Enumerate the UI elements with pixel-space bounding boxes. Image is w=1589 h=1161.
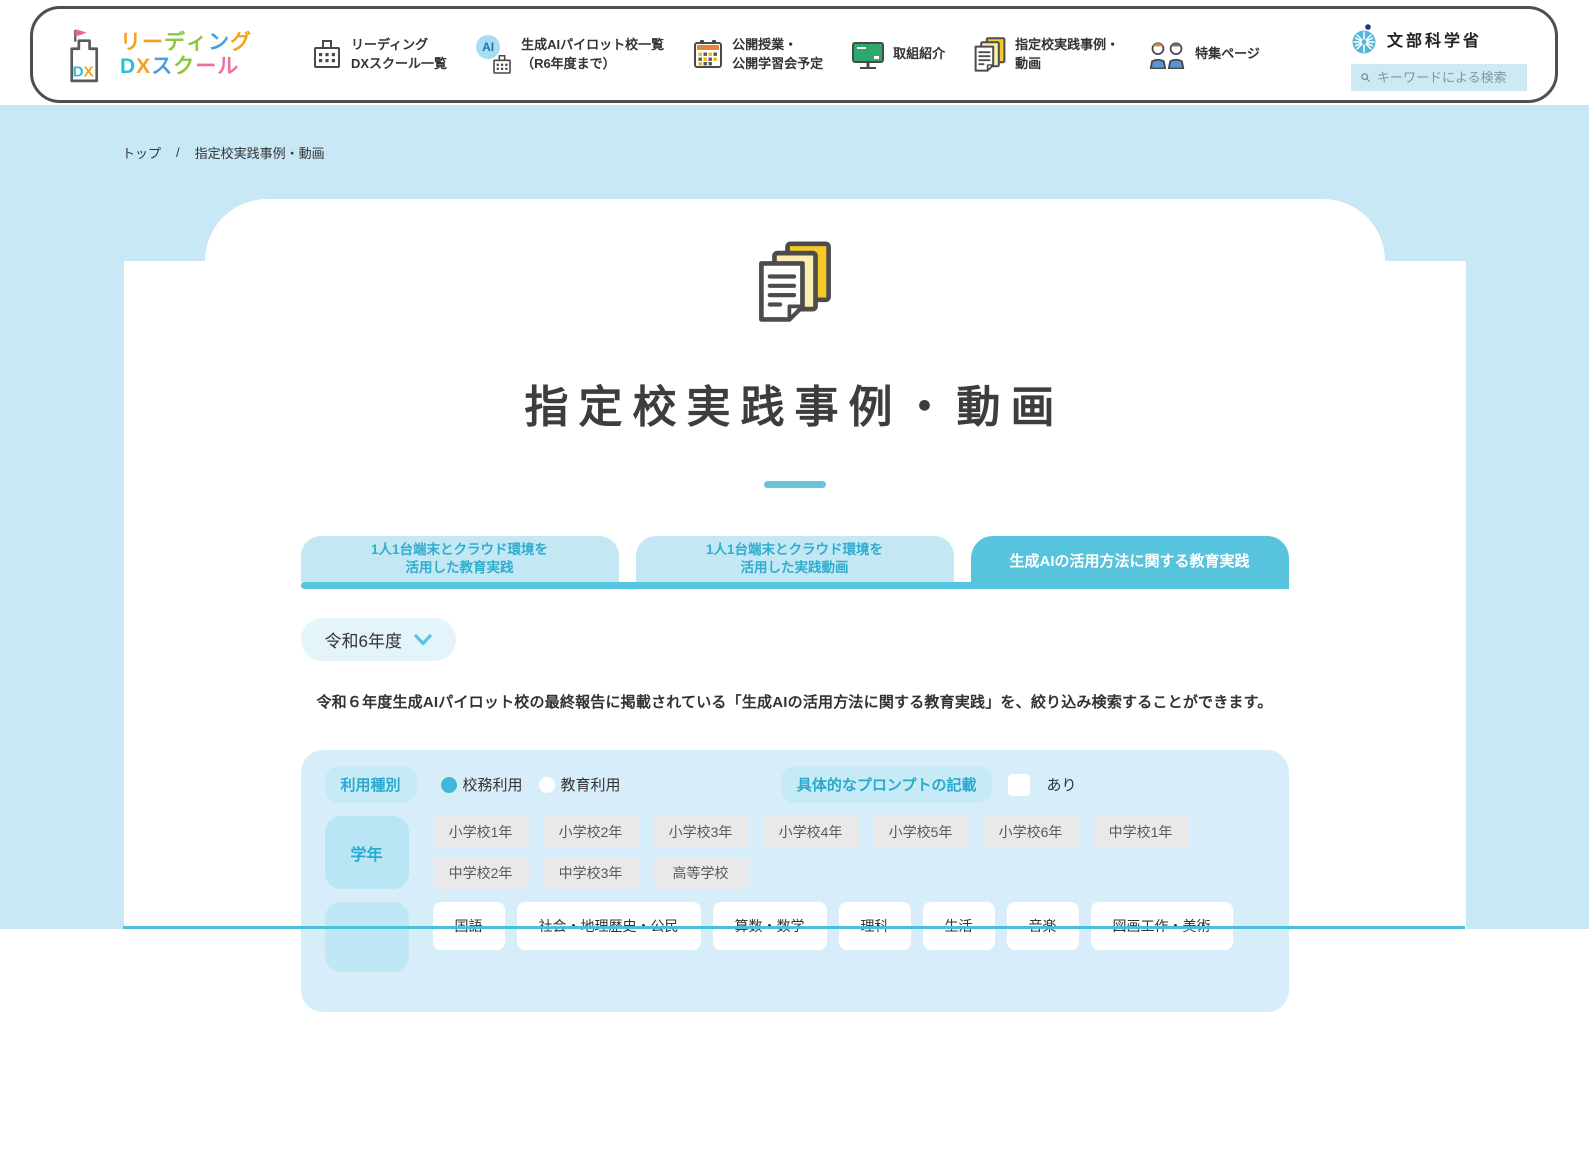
year-select-value: 令和6年度 <box>324 632 402 651</box>
prompt-label: 具体的なプロンプトの記載 <box>780 766 993 803</box>
nav-item-initiatives[interactable]: 取組紹介 <box>852 41 945 69</box>
nav-label: 取組紹介 <box>893 46 946 62</box>
site-logo[interactable]: DX リーディング DXスクール <box>61 27 252 83</box>
content-card: 指定校実践事例・動画 1人1台端末とクラウド環境を 活用した教育実践 1人1台端… <box>123 199 1466 1161</box>
tabs: 1人1台端末とクラウド環境を 活用した教育実践 1人1台端末とクラウド環境を 活… <box>300 536 1289 589</box>
documents-icon <box>974 36 1006 72</box>
people-icon <box>1149 41 1185 69</box>
mext-link[interactable]: 文部科学省 <box>1351 23 1482 55</box>
prompt-checkbox[interactable] <box>1008 773 1031 796</box>
nav-label: リーディング DXスクール一覧 <box>351 36 448 71</box>
documents-icon <box>758 241 831 322</box>
nav-item-ai-pilot-schools[interactable]: AI 生成AIパイロット校一覧 （R6年度まで） <box>476 34 665 75</box>
nav-item-dx-school-list[interactable]: リーディング DXスクール一覧 <box>312 36 447 74</box>
calendar-icon <box>694 39 723 68</box>
prompt-checkbox-label: あり <box>1046 777 1077 794</box>
breadcrumb-current: 指定校実践事例・動画 <box>194 146 325 161</box>
logo-line2: DXスクール <box>120 54 240 78</box>
grade-option[interactable]: 中学校3年 <box>542 857 639 889</box>
radio-icon <box>538 776 555 793</box>
nav-item-feature-pages[interactable]: 特集ページ <box>1148 41 1260 69</box>
grade-option[interactable]: 小学校2年 <box>542 816 639 848</box>
breadcrumb-separator: / <box>176 145 180 160</box>
nav-label: 指定校実践事例・ 動画 <box>1015 36 1120 71</box>
prompt-filter: 具体的なプロンプトの記載 あり <box>780 766 1077 803</box>
mext-label: 文部科学省 <box>1387 32 1483 50</box>
mext-logo-icon <box>1352 23 1376 53</box>
radio-icon <box>440 776 457 793</box>
radio-education-use[interactable]: 教育利用 <box>538 774 621 795</box>
subject-options: 国語 社会・地理歴史・公民 算数・数学 理科 生活 音楽 図画工作・美術 <box>432 902 1265 972</box>
grade-option[interactable]: 小学校6年 <box>982 816 1079 848</box>
usage-type-options: 校務利用 教育利用 <box>440 774 621 795</box>
title-divider <box>763 481 826 488</box>
header-right: 文部科学省 <box>1351 19 1527 91</box>
logo-line1: リーディング <box>120 30 252 54</box>
subject-label <box>324 902 409 972</box>
grade-option[interactable]: 小学校1年 <box>432 816 529 848</box>
svg-text:DX: DX <box>73 63 94 80</box>
ai-school-icon: AI <box>476 34 512 75</box>
nav-label: 公開授業・ 公開学習会予定 <box>732 36 824 71</box>
logo-building-icon: DX <box>70 28 99 82</box>
grade-options: 小学校1年 小学校2年 小学校3年 小学校4年 小学校5年 小学校6年 中学校1… <box>432 816 1265 889</box>
filter-panel: 利用種別 校務利用 教育利用 具体的なプロンプトの記載 あり 学年 小学校1年 … <box>300 750 1289 1012</box>
search-input[interactable] <box>1377 69 1517 85</box>
logo-text: リーディング DXスクール <box>120 31 252 78</box>
radio-school-affairs-use[interactable]: 校務利用 <box>440 774 523 795</box>
nav-item-practice-examples[interactable]: 指定校実践事例・ 動画 <box>974 36 1119 74</box>
grade-option[interactable]: 高等学校 <box>652 857 749 889</box>
breadcrumb: トップ / 指定校実践事例・動画 <box>0 105 1589 162</box>
school-icon <box>314 39 340 68</box>
grade-label: 学年 <box>324 816 409 889</box>
chevron-down-icon <box>414 633 432 645</box>
subject-filter-row: 国語 社会・地理歴史・公民 算数・数学 理科 生活 音楽 図画工作・美術 <box>324 902 1265 972</box>
grade-option[interactable]: 中学校2年 <box>432 857 529 889</box>
nav-item-open-classes[interactable]: 公開授業・ 公開学習会予定 <box>693 36 823 74</box>
breadcrumb-home[interactable]: トップ <box>122 143 161 162</box>
grade-filter-row: 学年 小学校1年 小学校2年 小学校3年 小学校4年 小学校5年 小学校6年 中… <box>324 816 1265 889</box>
blackboard-icon <box>852 41 885 69</box>
usage-type-label: 利用種別 <box>324 766 417 803</box>
tab-device-cloud-practice[interactable]: 1人1台端末とクラウド環境を 活用した教育実践 <box>300 536 619 582</box>
school-icon <box>493 54 511 74</box>
main-nav: リーディング DXスクール一覧 AI 生成AIパイロット校一覧 （R6年度まで） <box>312 34 1260 75</box>
site-header: DX リーディング DXスクール リーディング DXスクール一覧 AI 生成AI… <box>30 6 1558 103</box>
grade-option[interactable]: 小学校3年 <box>652 816 749 848</box>
grade-option[interactable]: 小学校5年 <box>872 816 969 848</box>
year-select[interactable]: 令和6年度 <box>300 618 456 661</box>
nav-label: 生成AIパイロット校一覧 （R6年度まで） <box>521 36 665 71</box>
grade-option[interactable]: 小学校4年 <box>762 816 859 848</box>
tab-generative-ai-practice[interactable]: 生成AIの活用方法に関する教育実践 <box>970 536 1289 589</box>
page-background: トップ / 指定校実践事例・動画 指定校実践事例・動画 1人1台端末とクラウド環… <box>0 105 1589 1161</box>
grade-option[interactable]: 中学校1年 <box>1092 816 1189 848</box>
search-icon <box>1361 72 1370 82</box>
search-box[interactable] <box>1351 63 1527 91</box>
page-title: 指定校実践事例・動画 <box>524 383 1065 432</box>
tab-device-cloud-videos[interactable]: 1人1台端末とクラウド環境を 活用した実践動画 <box>635 536 954 582</box>
page-description: 令和６年度生成AIパイロット校の最終報告に掲載されている「生成AIの活用方法に関… <box>316 694 1273 711</box>
nav-label: 特集ページ <box>1195 46 1260 62</box>
